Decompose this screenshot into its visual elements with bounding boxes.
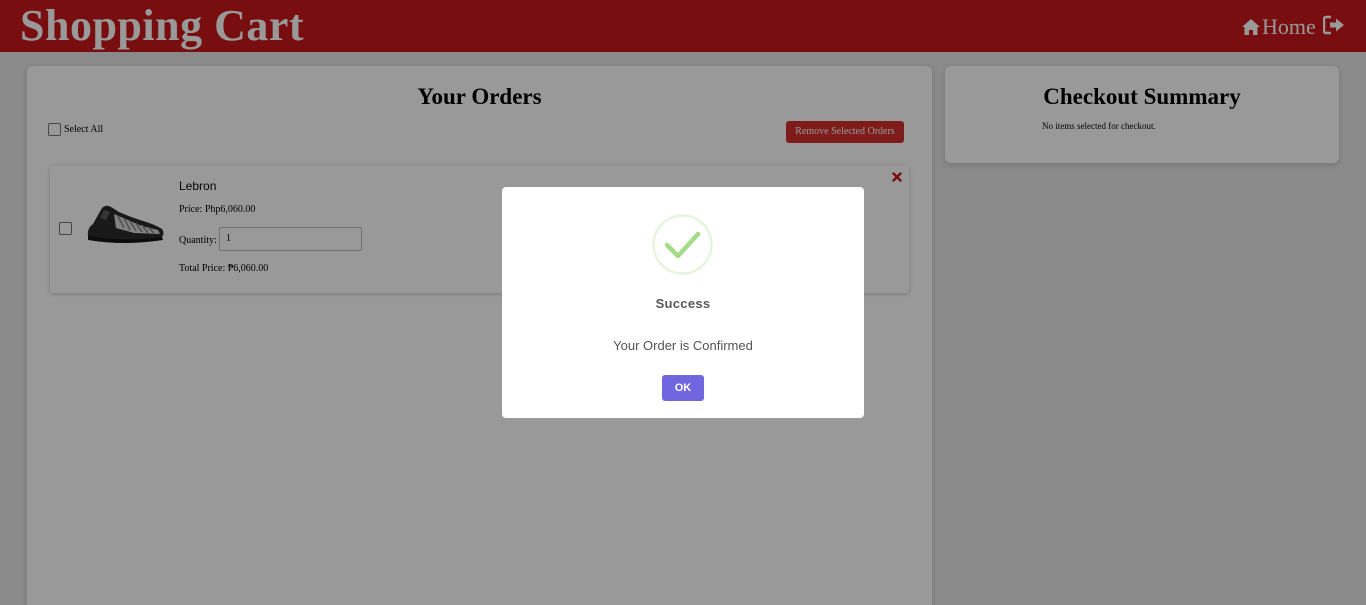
dialog-title: Success (655, 296, 711, 311)
ok-button[interactable]: OK (662, 375, 704, 401)
dialog-message: Your Order is Confirmed (613, 338, 753, 353)
success-check-icon (652, 214, 713, 275)
success-dialog: Success Your Order is Confirmed OK (502, 187, 864, 418)
